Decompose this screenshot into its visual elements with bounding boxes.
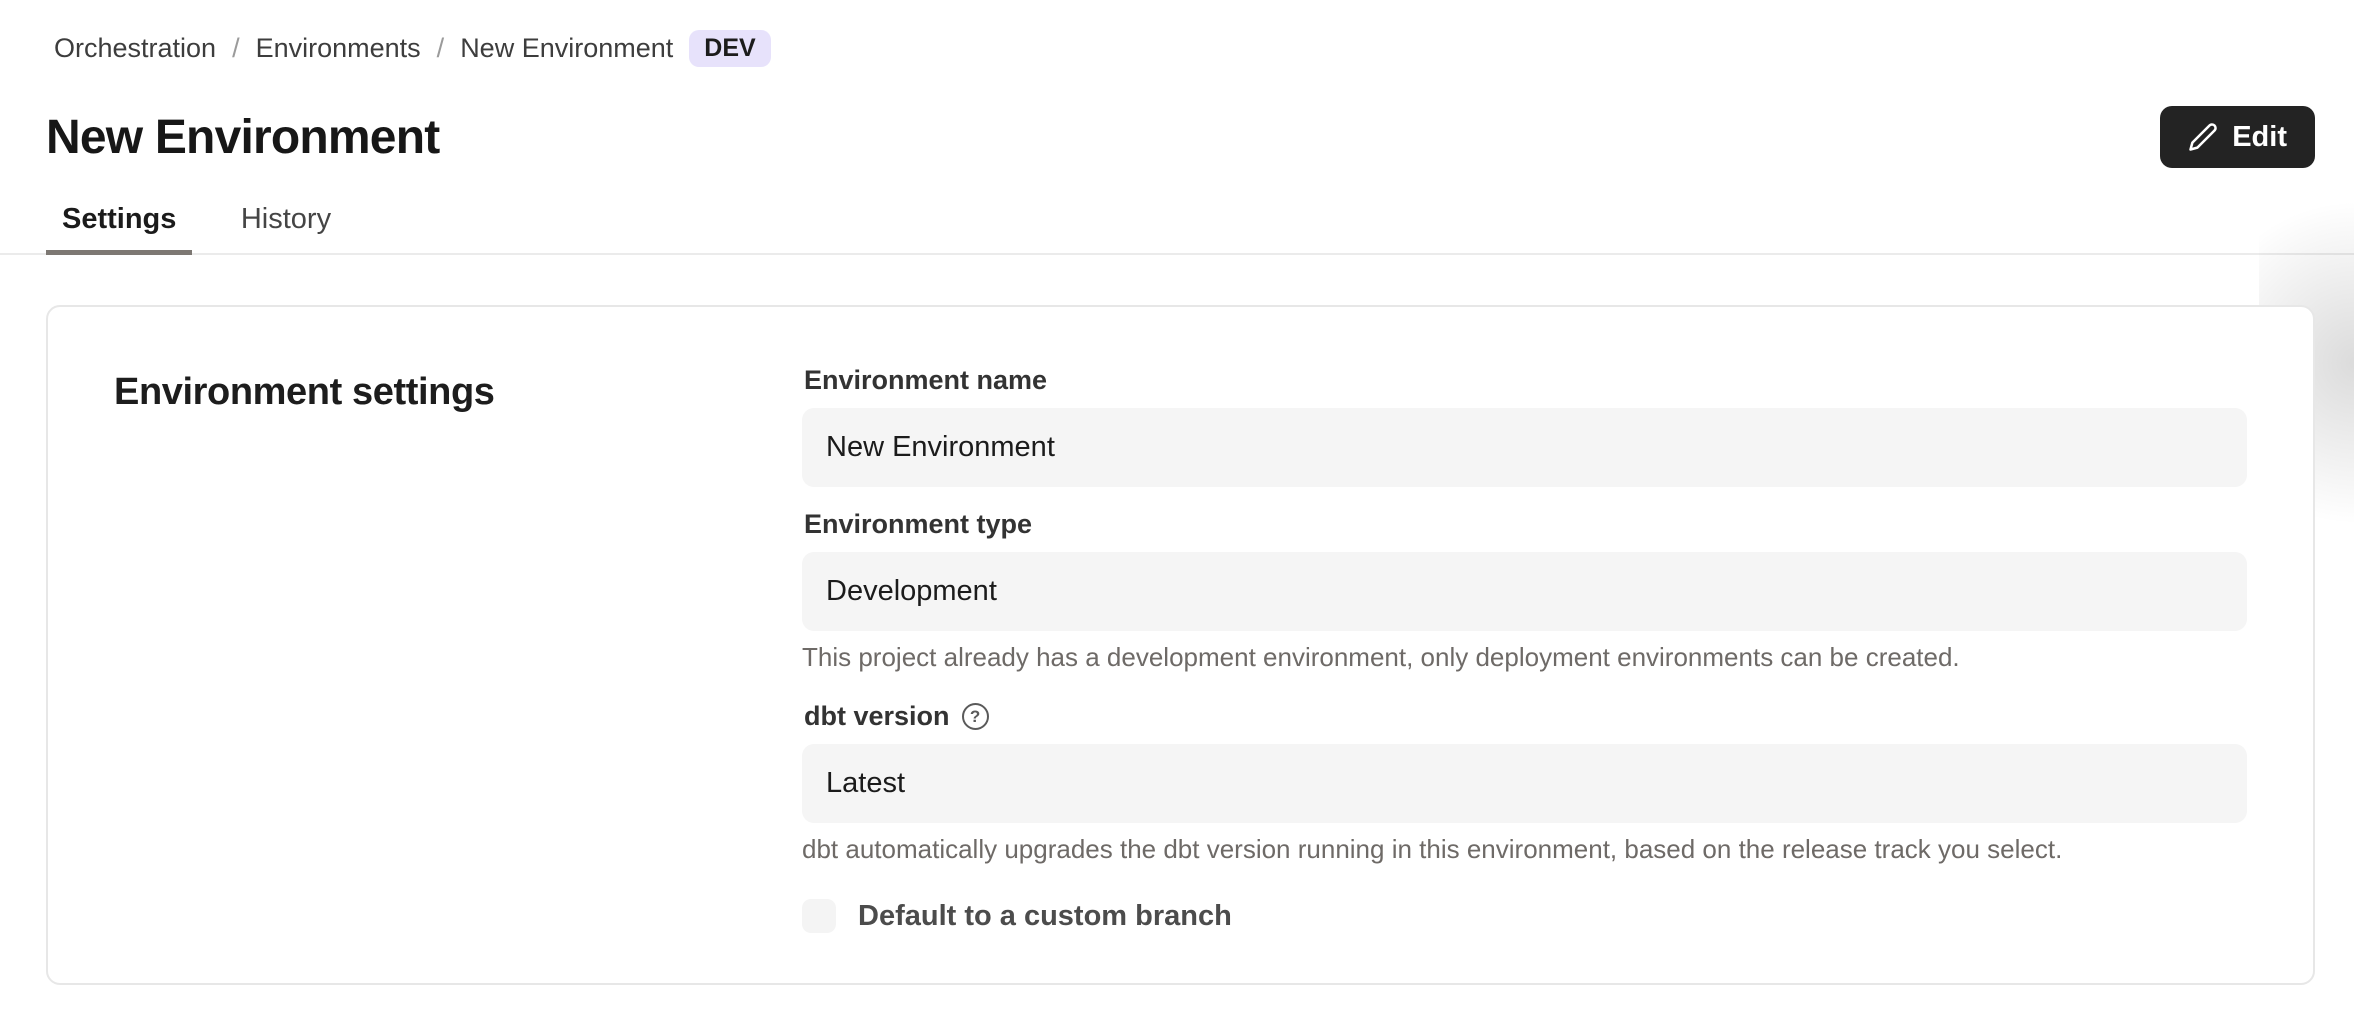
breadcrumb-separator: / xyxy=(232,33,240,64)
field-group-dbt-version: dbt version ? Latest dbt automatically u… xyxy=(802,701,2247,865)
environment-settings-card: Environment settings Environment name Ne… xyxy=(46,305,2315,985)
environment-name-input[interactable]: New Environment xyxy=(802,408,2247,487)
environment-type-label: Environment type xyxy=(804,509,2247,540)
custom-branch-row: Default to a custom branch xyxy=(802,899,2247,933)
field-group-environment-name: Environment name New Environment xyxy=(802,365,2247,487)
page-header: New Environment Edit xyxy=(46,106,2315,168)
custom-branch-checkbox[interactable] xyxy=(802,899,836,933)
pencil-icon xyxy=(2188,122,2218,152)
breadcrumb-item-environments[interactable]: Environments xyxy=(256,33,421,64)
tab-settings[interactable]: Settings xyxy=(46,203,192,255)
environment-type-helper-text: This project already has a development e… xyxy=(802,641,2247,673)
breadcrumb-separator: / xyxy=(437,33,445,64)
dev-badge: DEV xyxy=(689,30,770,67)
tab-history[interactable]: History xyxy=(225,203,347,250)
dbt-version-helper-text: dbt automatically upgrades the dbt versi… xyxy=(802,833,2247,865)
dbt-version-select[interactable]: Latest xyxy=(802,744,2247,823)
help-icon[interactable]: ? xyxy=(962,703,989,730)
environment-type-label-text: Environment type xyxy=(804,509,1032,540)
breadcrumb: Orchestration / Environments / New Envir… xyxy=(54,30,771,67)
breadcrumb-item-current: New Environment xyxy=(460,33,673,64)
dbt-version-label: dbt version ? xyxy=(804,701,2247,732)
custom-branch-label: Default to a custom branch xyxy=(858,900,1232,933)
card-form-column: Environment name New Environment Environ… xyxy=(802,307,2313,983)
page-title: New Environment xyxy=(46,110,439,165)
card-heading: Environment settings xyxy=(114,371,802,414)
edit-button[interactable]: Edit xyxy=(2160,106,2315,168)
environment-name-label: Environment name xyxy=(804,365,2247,396)
dbt-version-label-text: dbt version xyxy=(804,701,950,732)
environment-type-select[interactable]: Development xyxy=(802,552,2247,631)
tab-bar: Settings History xyxy=(0,203,2354,255)
edit-button-label: Edit xyxy=(2232,121,2287,154)
breadcrumb-item-orchestration[interactable]: Orchestration xyxy=(54,33,216,64)
environment-name-label-text: Environment name xyxy=(804,365,1047,396)
card-heading-column: Environment settings xyxy=(48,307,802,983)
field-group-environment-type: Environment type Development This projec… xyxy=(802,509,2247,673)
